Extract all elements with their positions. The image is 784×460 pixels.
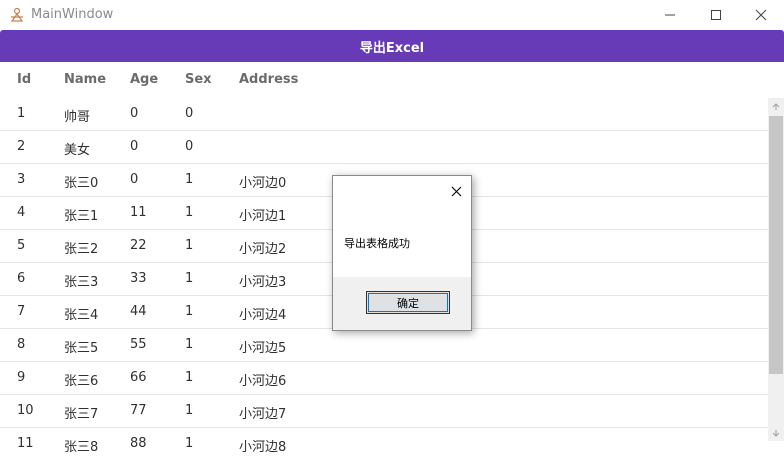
table-row[interactable]: 11 张三8 88 1 小河边8: [0, 428, 768, 460]
cell-id: 8: [17, 337, 26, 352]
column-header-sex[interactable]: Sex: [185, 72, 212, 87]
app-icon: [10, 7, 24, 22]
table-row[interactable]: 8 张三5 55 1 小河边5: [0, 329, 768, 362]
minimize-icon: [665, 14, 675, 16]
cell-sex: 1: [185, 304, 194, 319]
cell-sex: 1: [185, 271, 194, 286]
arrow-down-icon: [772, 430, 780, 437]
cell-address: 小河边6: [239, 374, 287, 389]
cell-id: 11: [17, 436, 34, 451]
cell-age: 22: [130, 238, 147, 253]
cell-address: 小河边4: [239, 308, 287, 323]
cell-age: 66: [130, 370, 147, 385]
maximize-button[interactable]: [693, 0, 739, 30]
dialog-close-button[interactable]: [447, 182, 465, 200]
cell-sex: 1: [185, 337, 194, 352]
cell-id: 6: [17, 271, 26, 286]
column-header-name[interactable]: Name: [64, 72, 106, 87]
cell-id: 2: [17, 139, 26, 154]
close-icon: [755, 9, 767, 21]
column-header-id[interactable]: Id: [17, 72, 31, 87]
table-row[interactable]: 2 美女 0 0: [0, 131, 768, 164]
cell-id: 1: [17, 106, 26, 121]
cell-id: 5: [17, 238, 26, 253]
cell-id: 9: [17, 370, 26, 385]
minimize-button[interactable]: [647, 0, 693, 30]
cell-age: 44: [130, 304, 147, 319]
cell-name: 张三8: [64, 440, 99, 455]
cell-sex: 0: [185, 106, 194, 121]
table-header: Id Name Age Sex Address: [0, 62, 784, 99]
scrollbar-thumb[interactable]: [769, 116, 783, 374]
maximize-icon: [711, 10, 721, 20]
cell-sex: 1: [185, 172, 194, 187]
cell-address: 小河边1: [239, 209, 287, 224]
cell-address: 小河边2: [239, 242, 287, 257]
cell-name: 张三5: [64, 341, 99, 356]
cell-age: 33: [130, 271, 147, 286]
ok-button[interactable]: 确定: [366, 291, 450, 314]
cell-age: 55: [130, 337, 147, 352]
scroll-up-button[interactable]: [768, 99, 784, 115]
cell-age: 77: [130, 403, 147, 418]
cell-name: 张三2: [64, 242, 99, 257]
arrow-up-icon: [772, 103, 780, 110]
cell-address: 小河边8: [239, 440, 287, 455]
cell-address: 小河边5: [239, 341, 287, 356]
cell-age: 0: [130, 106, 139, 121]
cell-sex: 1: [185, 436, 194, 451]
cell-sex: 1: [185, 205, 194, 220]
cell-id: 3: [17, 172, 26, 187]
message-dialog: 导出表格成功 确定: [332, 175, 472, 331]
cell-name: 美女: [64, 143, 91, 158]
cell-age: 0: [130, 139, 139, 154]
export-excel-button[interactable]: 导出Excel: [0, 30, 784, 62]
cell-name: 张三7: [64, 407, 99, 422]
cell-name: 张三4: [64, 308, 99, 323]
cell-age: 88: [130, 436, 147, 451]
cell-address: 小河边7: [239, 407, 287, 422]
cell-sex: 1: [185, 238, 194, 253]
cell-name: 帅哥: [64, 110, 91, 125]
table-row[interactable]: 1 帅哥 0 0: [0, 98, 768, 131]
cell-address: 小河边0: [239, 176, 287, 191]
scroll-down-button[interactable]: [768, 425, 784, 441]
cell-sex: 0: [185, 139, 194, 154]
column-header-address[interactable]: Address: [239, 72, 298, 87]
table-row[interactable]: 10 张三7 77 1 小河边7: [0, 395, 768, 428]
title-bar: MainWindow: [0, 0, 784, 30]
cell-name: 张三6: [64, 374, 99, 389]
cell-sex: 1: [185, 370, 194, 385]
cell-age: 0: [130, 172, 139, 187]
cell-id: 7: [17, 304, 26, 319]
cell-sex: 1: [185, 403, 194, 418]
cell-address: 小河边3: [239, 275, 287, 290]
cell-age: 11: [130, 205, 147, 220]
table-row[interactable]: 9 张三6 66 1 小河边6: [0, 362, 768, 395]
close-button[interactable]: [738, 0, 784, 30]
cell-id: 10: [17, 403, 34, 418]
dialog-message: 导出表格成功: [344, 237, 410, 250]
cell-name: 张三0: [64, 176, 99, 191]
column-header-age[interactable]: Age: [130, 72, 158, 87]
cell-id: 4: [17, 205, 26, 220]
cell-name: 张三1: [64, 209, 99, 224]
close-icon: [451, 186, 461, 196]
cell-name: 张三3: [64, 275, 99, 290]
window-title: MainWindow: [31, 7, 114, 22]
